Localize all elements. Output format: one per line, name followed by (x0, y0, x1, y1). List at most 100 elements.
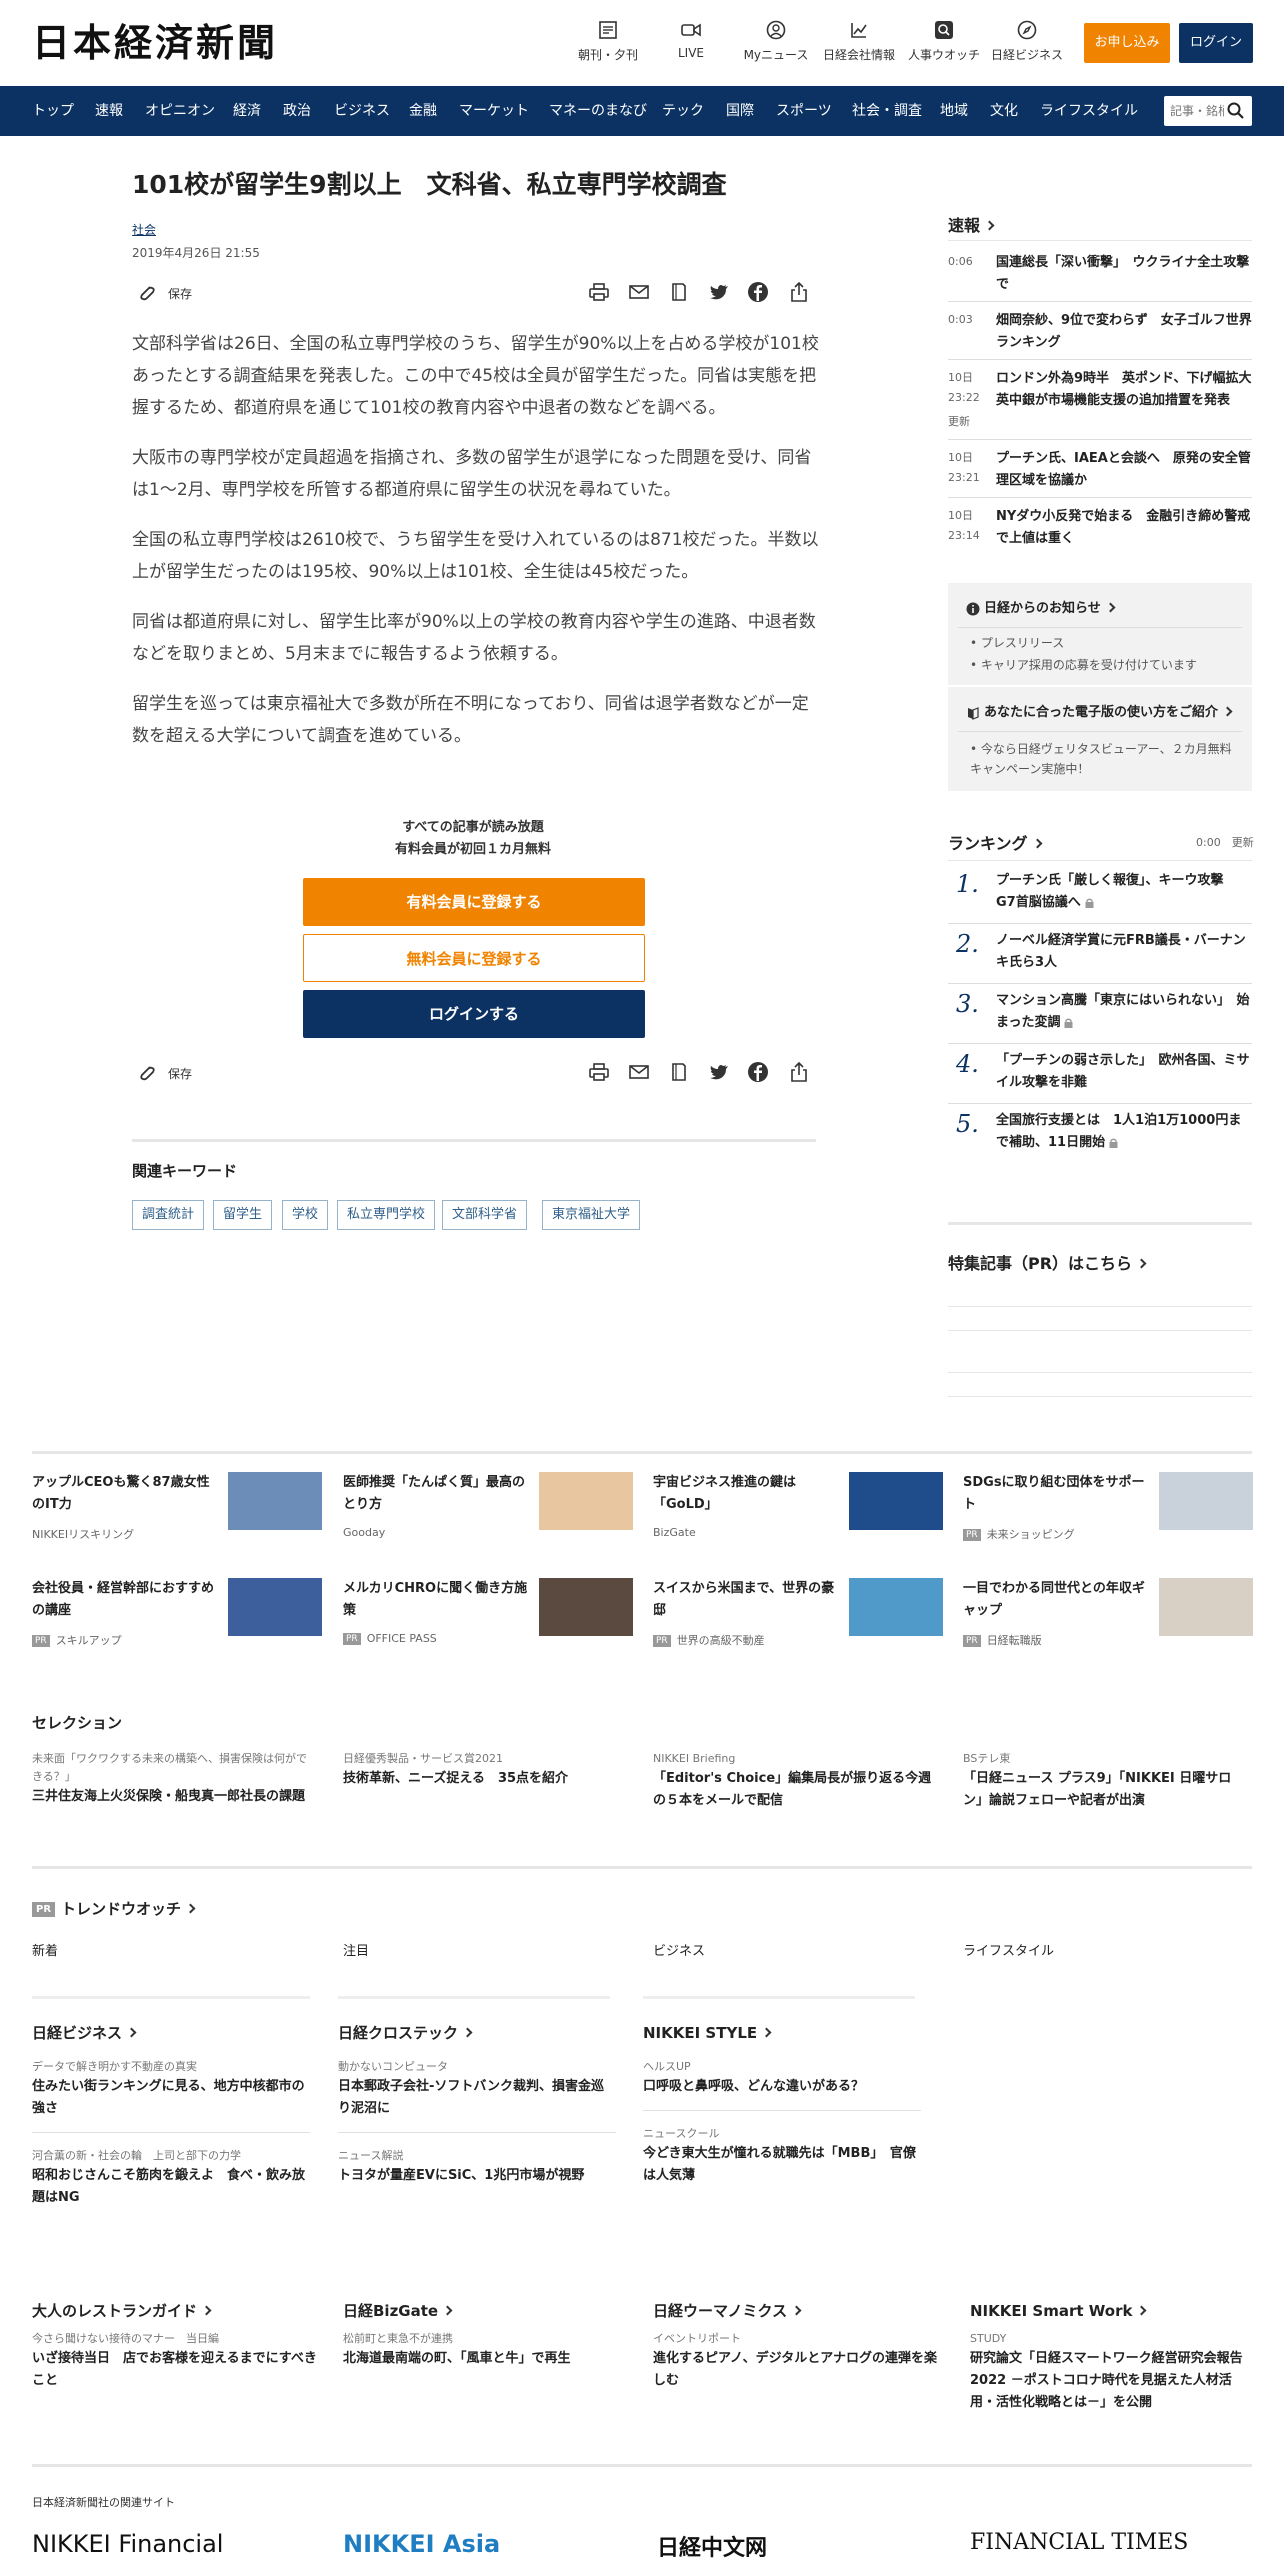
nav-item-lifestyle[interactable]: ライフスタイル (1040, 86, 1138, 136)
clip-icon[interactable] (136, 282, 158, 304)
save-label[interactable]: 保存 (168, 285, 192, 302)
bookmark-icon[interactable] (668, 281, 690, 303)
nav-item-top[interactable]: トップ (32, 86, 74, 136)
breaking-news-item[interactable]: 10日 23:21 プーチン氏、IAEAと会談へ 原発の安全管理区域を協議か (948, 448, 1252, 498)
ad-card[interactable]: メルカリCHROに聞く働き方施策 PR OFFICE PASS (343, 1578, 633, 1674)
ad-thumbnail[interactable] (228, 1578, 322, 1636)
nav-item-business[interactable]: ビジネス (334, 86, 390, 136)
ad-thumbnail[interactable] (849, 1472, 943, 1530)
ad-thumbnail[interactable] (539, 1578, 633, 1636)
bookmark-icon[interactable] (668, 1061, 690, 1083)
paid-signup-button[interactable]: 有料会員に登録する (303, 878, 645, 926)
nav-item-culture[interactable]: 文化 (990, 86, 1018, 136)
save-label[interactable]: 保存 (168, 1065, 192, 1082)
search-icon[interactable] (1226, 101, 1246, 121)
paywall-login-button[interactable]: ログインする (303, 990, 645, 1038)
media-block-heading[interactable]: NIKKEI STYLE (643, 2022, 921, 2044)
breaking-news-item[interactable]: 0:03 畑岡奈紗、9位で変わらず 女子ゴルフ世界ランキング (948, 310, 1252, 360)
twitter-icon[interactable] (708, 1061, 730, 1083)
media-block-heading[interactable]: NIKKEI Smart Work (970, 2300, 1252, 2322)
ranking-item[interactable]: 4. 「プーチンの弱さ示した」 欧州各国、ミサイル攻撃を非難 (948, 1050, 1252, 1104)
login-button[interactable]: ログイン (1179, 23, 1253, 63)
selection-item[interactable]: BSテレ東 「日経ニュース プラス9」「NIKKEI 日曜サロン」論説フェローや記… (963, 1750, 1243, 1812)
nav-item-international[interactable]: 国際 (726, 86, 754, 136)
ad-thumbnail[interactable] (539, 1472, 633, 1530)
keyword-tag[interactable]: 学校 (282, 1200, 329, 1230)
media-block-heading[interactable]: 日経ウーマノミクス (653, 2300, 943, 2322)
ad-thumbnail[interactable] (1159, 1472, 1253, 1530)
search-input[interactable] (1170, 102, 1224, 120)
ad-card[interactable]: 医師推奨「たんぱく質」最高のとり方 Gooday (343, 1472, 633, 1568)
trend-col-lifestyle[interactable]: ライフスタイル (963, 1940, 1054, 1959)
ad-card[interactable]: 会社役員・経営幹部におすすめの講座 PR スキルアップ (32, 1578, 322, 1674)
media-block-heading[interactable]: 日経ビジネス (32, 2022, 310, 2044)
facebook-icon[interactable] (747, 281, 769, 303)
selection-item[interactable]: 未来面「ワクワクする未来の構築へ、損害保険は何ができる？」 三井住友海上火災保険・… (32, 1750, 312, 1808)
article-category-link[interactable]: 社会 (132, 221, 156, 238)
ad-card[interactable]: 一目でわかる同世代との年収ギャップ PR 日経転職版 (963, 1578, 1253, 1674)
related-site-logo[interactable]: 日経中文网 (657, 2530, 767, 2562)
media-block-item[interactable]: STUDY 研究論文「日経スマートワーク経営研究会報告2022 －ポストコロナ時代… (970, 2330, 1252, 2414)
header-link-mynews[interactable]: Myニュース (733, 20, 819, 63)
facebook-icon[interactable] (747, 1061, 769, 1083)
keyword-tag[interactable]: 調査統計 (132, 1200, 205, 1230)
keyword-tag[interactable]: 留学生 (213, 1200, 273, 1230)
subscribe-button[interactable]: お申し込み (1084, 23, 1170, 63)
nav-item-region[interactable]: 地域 (940, 86, 968, 136)
notice-item[interactable]: • キャリア採用の応募を受け付けています (970, 655, 1197, 675)
ebook-heading[interactable]: あなたに合った電子版の使い方をご紹介 (966, 701, 1233, 720)
keyword-tag[interactable]: 私立専門学校 (337, 1200, 436, 1230)
media-block-heading[interactable]: 大人のレストランガイド (32, 2300, 322, 2322)
ranking-heading[interactable]: ランキング (948, 830, 1042, 854)
ranking-item[interactable]: 1. プーチン氏「厳しく報復」、キーウ攻撃 G7首脳協議へ (948, 870, 1252, 924)
nav-item-money[interactable]: マネーのまなび (549, 86, 647, 136)
trend-col-business[interactable]: ビジネス (653, 1940, 705, 1959)
mail-icon[interactable] (628, 281, 650, 303)
share-icon[interactable] (788, 1061, 810, 1083)
ad-thumbnail[interactable] (228, 1472, 322, 1530)
print-icon[interactable] (588, 1061, 610, 1083)
share-icon[interactable] (788, 281, 810, 303)
clip-icon[interactable] (136, 1062, 158, 1084)
header-link-live[interactable]: LIVE (648, 20, 734, 60)
selection-item[interactable]: NIKKEI Briefing 「Editor's Choice」編集局長が振り返… (653, 1750, 933, 1812)
selection-item[interactable]: 日経優秀製品・サービス賞2021 技術革新、ニーズ捉える 35点を紹介 (343, 1750, 623, 1790)
ebook-item[interactable]: • 今なら日経ヴェリタスビューアー、２カ月無料キャンペーン実施中！ (970, 739, 1240, 779)
media-block-item[interactable]: ニュース解説 トヨタが量産EVにSiC、1兆円市場が視野 (338, 2147, 616, 2187)
media-block-item[interactable]: 動かないコンピュータ 日本郵政子会社-ソフトバンク裁判、損害金巡り泥沼に (338, 2058, 616, 2120)
media-block-item[interactable]: ニュースクール 今どき東大生が憧れる就職先は「MBB」 官僚は人気薄 (643, 2125, 921, 2187)
ad-thumbnail[interactable] (1159, 1578, 1253, 1636)
ranking-item[interactable]: 5. 全国旅行支援とは 1人1泊1万1000円まで補助、11日開始 (948, 1110, 1252, 1164)
header-link-company-info[interactable]: 日経会社情報 (816, 20, 902, 63)
free-signup-button[interactable]: 無料会員に登録する (303, 934, 645, 982)
nav-item-sports[interactable]: スポーツ (776, 86, 832, 136)
media-block-heading[interactable]: 日経BizGate (343, 2300, 633, 2322)
ranking-item[interactable]: 2. ノーベル経済学賞に元FRB議長・バーナンキ氏ら3人 (948, 930, 1252, 984)
nav-item-opinion[interactable]: オピニオン (145, 86, 215, 136)
media-block-item[interactable]: イベントリポート 進化するピアノ、デジタルとアナログの連弾を楽しむ (653, 2330, 943, 2392)
trend-col-featured[interactable]: 注目 (343, 1940, 369, 1959)
ad-card[interactable]: SDGsに取り組む団体をサポート PR 未来ショッピング (963, 1472, 1253, 1568)
media-block-heading[interactable]: 日経クロステック (338, 2022, 616, 2044)
breaking-news-item[interactable]: 0:06 国連総長「深い衝撃」 ウクライナ全土攻撃で (948, 252, 1252, 302)
header-link-print-edition[interactable]: 朝刊・夕刊 (565, 20, 651, 63)
breaking-news-item[interactable]: 10日 23:14 NYダウ小反発で始まる 金融引き締め警戒で上値は重く (948, 506, 1252, 556)
notice-heading[interactable]: 日経からのお知らせ (966, 597, 1116, 616)
ad-card[interactable]: スイスから米国まで、世界の豪邸 PR 世界の高級不動産 (653, 1578, 943, 1674)
nav-item-tech[interactable]: テック (662, 86, 704, 136)
keyword-tag[interactable]: 文部科学省 (442, 1200, 528, 1230)
ranking-item[interactable]: 3. マンション高騰「東京にはいられない」 始まった変調 (948, 990, 1252, 1044)
notice-item[interactable]: • プレスリリース (970, 633, 1064, 653)
nav-item-society[interactable]: 社会・調査 (852, 86, 922, 136)
media-block-item[interactable]: データで解き明かす不動産の真実 住みたい街ランキングに見る、地方中核都市の強さ (32, 2058, 310, 2120)
ad-card[interactable]: 宇宙ビジネス推進の鍵は「GoLD」 BizGate (653, 1472, 943, 1568)
breaking-news-item[interactable]: 10日 23:22 更新 ロンドン外為9時半 英ポンド、下げ幅拡大 英中銀が市場… (948, 368, 1265, 440)
media-block-item[interactable]: ヘルスUP 口呼吸と鼻呼吸、どんな違いがある？ (643, 2058, 921, 2098)
related-site-logo[interactable]: NIKKEI Asia (343, 2530, 500, 2558)
media-block-item[interactable]: 河合薫の新・社会の輪 上司と部下の力学 昭和おじさんこそ筋肉を鍛えよ 食べ・飲み放… (32, 2147, 310, 2209)
media-block-item[interactable]: 今さら聞けない接待のマナー 当日編 いざ接待当日 店でお客様を迎えるまでにすべきこ… (32, 2330, 322, 2392)
media-block-item[interactable]: 松前町と東急不が連携 北海道最南端の町、「風車と牛」で再生 (343, 2330, 633, 2370)
related-site-logo[interactable]: NIKKEI Financial (32, 2530, 223, 2558)
twitter-icon[interactable] (708, 281, 730, 303)
print-icon[interactable] (588, 281, 610, 303)
